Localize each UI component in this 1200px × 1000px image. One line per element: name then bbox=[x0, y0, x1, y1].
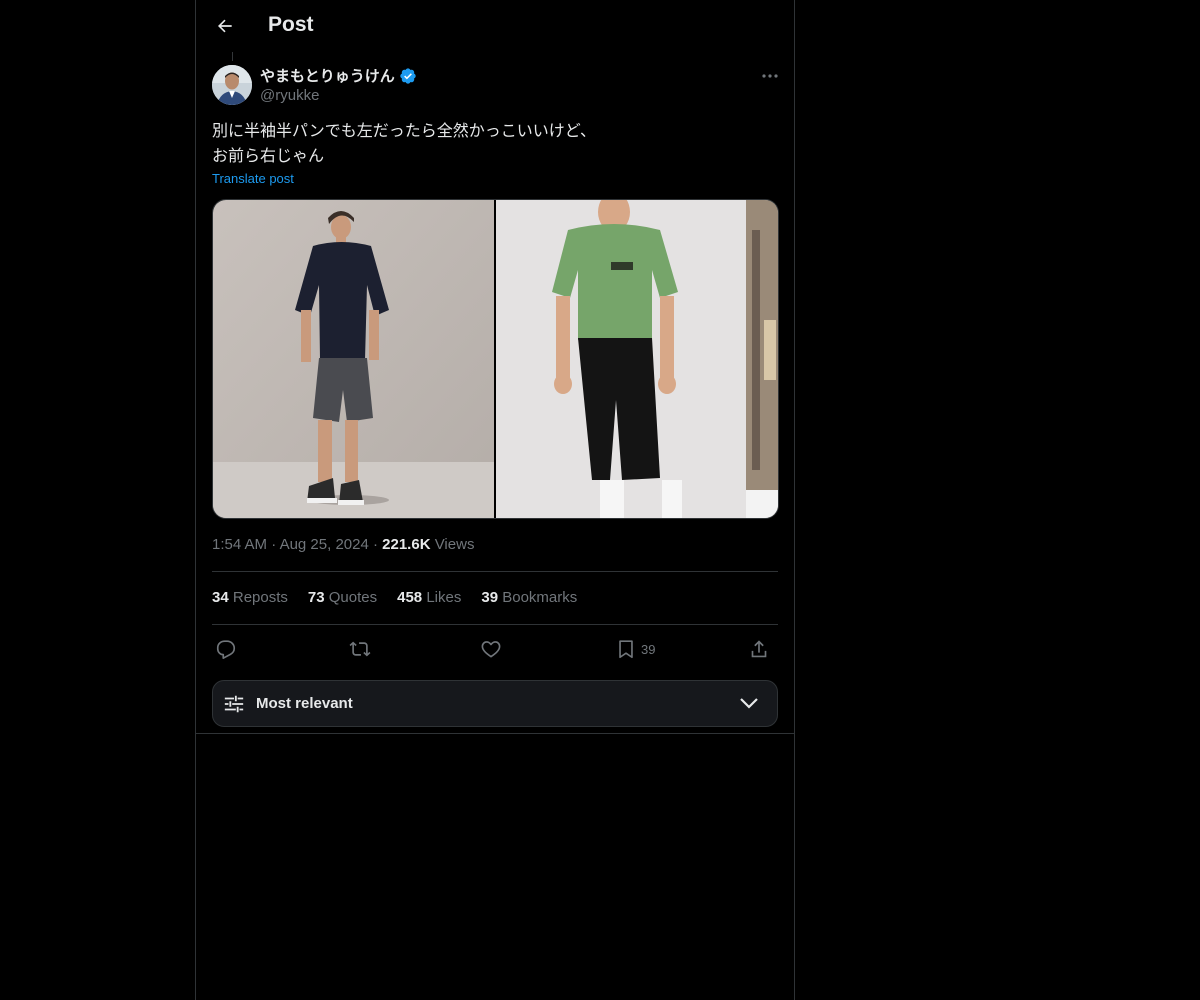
meta-separator: · bbox=[372, 536, 383, 553]
photo-right[interactable] bbox=[496, 200, 778, 518]
divider bbox=[212, 571, 778, 572]
views-count: 221.6K bbox=[382, 536, 431, 553]
bookmark-icon bbox=[619, 640, 633, 659]
page-title: Post bbox=[268, 13, 314, 36]
avatar[interactable] bbox=[212, 65, 252, 105]
reposts-label: Reposts bbox=[232, 589, 288, 606]
quotes-stat[interactable]: 73 Quotes bbox=[308, 589, 377, 606]
post-media bbox=[212, 199, 779, 519]
post-text-line: お前ら右じゃん bbox=[212, 146, 325, 165]
photo-man-navy-polo bbox=[213, 200, 494, 518]
reply-button[interactable] bbox=[215, 636, 237, 662]
share-button[interactable] bbox=[748, 636, 770, 662]
main-column: Post やまもとりゅうけん @ryukke 別に半袖半パンでも左だったら全然か… bbox=[195, 0, 795, 1000]
bookmarks-stat[interactable]: 39 Bookmarks bbox=[481, 589, 577, 606]
author-handle[interactable]: @ryukke bbox=[260, 87, 319, 104]
back-button[interactable] bbox=[208, 9, 242, 43]
views-label: Views bbox=[434, 536, 475, 553]
author-name-row[interactable]: やまもとりゅうけん bbox=[260, 65, 417, 86]
photo-left[interactable] bbox=[213, 200, 494, 518]
action-bar: 39 bbox=[212, 636, 778, 662]
sort-label: Most relevant bbox=[256, 695, 353, 712]
post-text-line: 別に半袖半パンでも左だったら全然かっこいいけど、 bbox=[212, 121, 597, 140]
sort-replies-dropdown[interactable]: Most relevant bbox=[212, 680, 778, 727]
reposts-count: 34 bbox=[212, 589, 229, 606]
post-date[interactable]: Aug 25, 2024 bbox=[280, 536, 369, 553]
translate-post-link[interactable]: Translate post bbox=[212, 171, 294, 186]
verified-badge-icon[interactable] bbox=[399, 67, 417, 85]
bookmarks-label: Bookmarks bbox=[502, 589, 578, 606]
repost-button[interactable] bbox=[349, 636, 371, 662]
reply-icon bbox=[216, 640, 236, 659]
likes-count: 458 bbox=[397, 589, 423, 606]
sliders-icon bbox=[224, 695, 244, 713]
divider bbox=[212, 624, 778, 625]
share-icon bbox=[751, 640, 767, 658]
arrow-left-icon bbox=[218, 19, 232, 33]
like-button[interactable] bbox=[480, 636, 502, 662]
more-options-button[interactable] bbox=[760, 66, 780, 86]
quotes-label: Quotes bbox=[328, 589, 378, 606]
likes-label: Likes bbox=[426, 589, 462, 606]
engagement-stats: 34 Reposts 73 Quotes 458 Likes 39 Bookma… bbox=[212, 589, 577, 606]
section-divider bbox=[196, 733, 794, 734]
likes-stat[interactable]: 458 Likes bbox=[397, 589, 461, 606]
author-name[interactable]: やまもとりゅうけん bbox=[260, 65, 395, 86]
post-text: 別に半袖半パンでも左だったら全然かっこいいけど、 お前ら右じゃん bbox=[212, 118, 772, 168]
bookmarks-count: 39 bbox=[481, 589, 499, 606]
page-header: Post bbox=[196, 0, 794, 53]
more-dots-icon bbox=[762, 74, 778, 78]
post-meta: 1:54 AM · Aug 25, 2024 · 221.6K Views bbox=[212, 536, 474, 553]
quotes-count: 73 bbox=[307, 589, 325, 606]
bookmark-button[interactable]: 39 bbox=[615, 636, 655, 662]
photo-man-green-tshirt bbox=[496, 200, 778, 518]
thread-line bbox=[232, 52, 233, 61]
repost-icon bbox=[349, 641, 371, 657]
chevron-down-icon bbox=[740, 698, 758, 709]
reposts-stat[interactable]: 34 Reposts bbox=[212, 589, 288, 606]
bookmark-count: 39 bbox=[641, 641, 656, 657]
post-time[interactable]: 1:54 AM bbox=[212, 536, 267, 553]
heart-icon bbox=[481, 641, 501, 658]
meta-separator: · bbox=[271, 536, 280, 553]
avatar-photo bbox=[212, 65, 252, 105]
